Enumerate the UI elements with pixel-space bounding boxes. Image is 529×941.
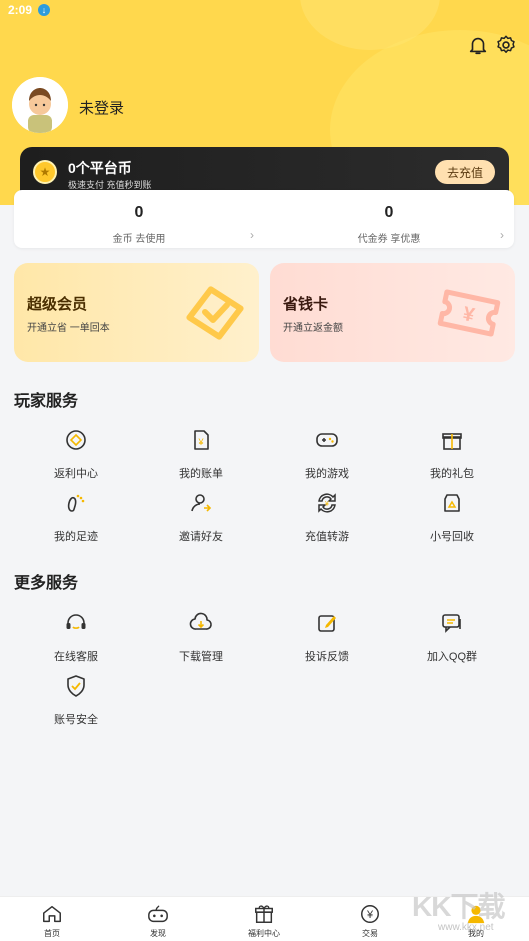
wallet-stats: 0 金币 去使用 › 0 代金券 享优惠 › — [14, 190, 514, 248]
service-label: 投诉反馈 — [305, 651, 349, 663]
headset-icon — [66, 614, 86, 629]
tab-label: 福利中心 — [248, 929, 280, 938]
bell-icon[interactable] — [467, 34, 489, 56]
service-label: 我的足迹 — [54, 531, 98, 543]
service-bill[interactable]: ¥ 我的账单 — [141, 428, 261, 480]
gold-count: 0 — [134, 204, 144, 221]
discover-icon — [148, 905, 168, 923]
status-time: 2:09 — [8, 3, 33, 17]
service-label: 我的游戏 — [305, 468, 349, 480]
feedback-icon — [318, 615, 336, 632]
gold-stat[interactable]: 0 金币 去使用 › — [14, 190, 264, 248]
tab-label: 发现 — [150, 929, 166, 938]
more-services-title: 更多服务 — [14, 575, 79, 592]
svg-text:¥: ¥ — [325, 501, 329, 508]
shield-icon — [67, 675, 85, 697]
footprint-icon — [67, 494, 85, 512]
svg-text:¥: ¥ — [197, 437, 204, 447]
service-rebate[interactable]: 返利中心 — [16, 428, 136, 480]
yen-icon: ¥ — [361, 905, 379, 923]
saving-card[interactable]: 省钱卡 开通立返金额 ¥ — [270, 263, 515, 362]
tab-discover[interactable]: 发现 — [128, 901, 188, 939]
tab-home[interactable]: 首页 — [22, 901, 82, 939]
promo-subtitle: 开通立省 一单回本 — [27, 323, 110, 334]
gamepad-icon — [316, 433, 338, 447]
header-actions — [467, 34, 517, 56]
invite-icon — [191, 494, 212, 512]
chevron-right-icon: › — [250, 228, 254, 242]
svg-text:¥: ¥ — [366, 909, 374, 921]
rebate-icon — [66, 430, 86, 450]
service-games[interactable]: 我的游戏 — [267, 428, 387, 480]
tab-label: 首页 — [44, 929, 60, 938]
voucher-stat[interactable]: 0 代金券 享优惠 › — [264, 190, 514, 248]
tab-welfare[interactable]: 福利中心 — [234, 901, 294, 939]
super-vip-card[interactable]: 超级会员 开通立省 一单回本 — [14, 263, 259, 362]
service-label: 加入QQ群 — [426, 651, 478, 663]
username[interactable]: 未登录 — [79, 97, 124, 118]
service-recycle[interactable]: 小号回收 — [392, 491, 512, 543]
diamond-icon — [186, 286, 244, 340]
cloud-download-icon — [189, 612, 212, 630]
gold-label: 金币 去使用 — [112, 234, 166, 245]
recycle-icon — [444, 494, 460, 512]
svg-text:¥: ¥ — [461, 303, 477, 327]
service-label: 我的礼包 — [430, 468, 474, 480]
service-footprint[interactable]: 我的足迹 — [16, 491, 136, 543]
watermark-logo: KK下载 — [412, 891, 505, 922]
chat-icon — [442, 614, 461, 633]
avatar[interactable] — [12, 77, 68, 133]
voucher-count: 0 — [384, 204, 394, 221]
voucher-label: 代金券 享优惠 — [357, 234, 421, 245]
player-services-title: 玩家服务 — [14, 393, 79, 410]
tab-trade[interactable]: ¥ 交易 — [340, 901, 400, 939]
gift-icon — [442, 433, 462, 450]
tab-label: 交易 — [362, 929, 378, 938]
promo-subtitle: 开通立返金额 — [283, 323, 343, 334]
download-icon: ↓ — [38, 4, 51, 16]
bill-icon: ¥ — [194, 430, 209, 450]
service-label: 我的账单 — [179, 468, 223, 480]
service-label: 小号回收 — [430, 531, 474, 543]
transfer-icon: ¥ — [318, 493, 336, 513]
service-label: 充值转游 — [305, 531, 349, 543]
service-label: 在线客服 — [54, 651, 98, 663]
service-invite[interactable]: 邀请好友 — [141, 491, 261, 543]
gift-icon — [255, 905, 273, 923]
service-gifts[interactable]: 我的礼包 — [392, 428, 512, 480]
service-feedback[interactable]: 投诉反馈 — [267, 611, 387, 663]
promo-title: 省钱卡 — [283, 296, 329, 313]
service-label: 账号安全 — [54, 714, 98, 726]
service-label: 返利中心 — [54, 468, 98, 480]
service-download[interactable]: 下载管理 — [141, 611, 261, 663]
gear-icon[interactable] — [495, 34, 517, 56]
promo-title: 超级会员 — [27, 296, 88, 313]
chevron-right-icon: › — [500, 228, 504, 242]
recharge-button[interactable]: 去充值 — [435, 160, 495, 184]
service-qq-group[interactable]: 加入QQ群 — [392, 611, 512, 663]
service-label: 下载管理 — [179, 651, 223, 663]
home-icon — [43, 905, 61, 923]
coin-icon: ★ — [33, 160, 57, 184]
ticket-icon: ¥ — [437, 289, 501, 337]
watermark-url: www.kkx.net — [438, 922, 494, 933]
service-label: 邀请好友 — [179, 531, 223, 543]
service-account-security[interactable]: 账号安全 — [16, 674, 136, 726]
status-bar: 2:09 ↓ — [8, 3, 51, 17]
service-customer-support[interactable]: 在线客服 — [16, 611, 136, 663]
coin-balance: 0个平台币 — [68, 160, 132, 176]
service-transfer[interactable]: ¥ 充值转游 — [267, 491, 387, 543]
